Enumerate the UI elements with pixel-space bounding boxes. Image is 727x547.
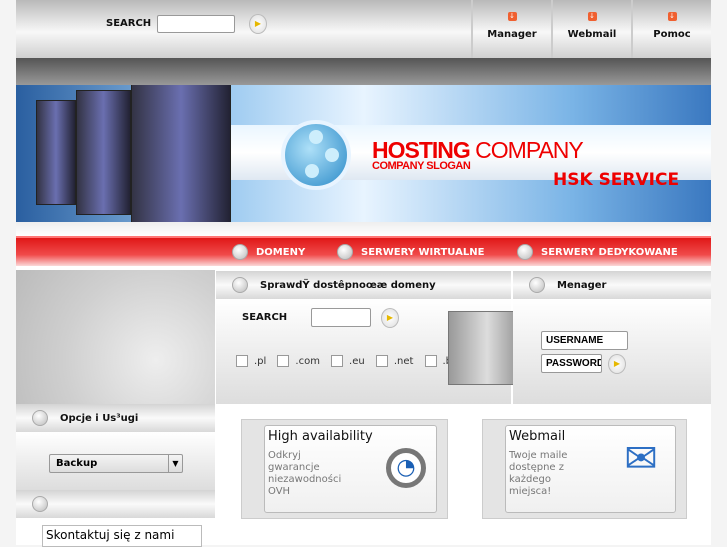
mail-globe-icon: ✉ [624, 436, 658, 482]
arrow-down-icon: ↓ [507, 12, 517, 21]
domain-search-label: SEARCH [242, 312, 288, 323]
username-input[interactable] [541, 331, 628, 350]
top-link-label: Webmail [567, 29, 617, 40]
domain-search-go-button[interactable]: ▶ [381, 308, 399, 328]
clock-icon: ◔ [386, 448, 426, 488]
tld-label: .com [295, 355, 320, 367]
card-high-availability[interactable]: High availability Odkryj gwarancje niezaw… [241, 419, 448, 519]
top-link-label: Pomoc [653, 29, 691, 40]
tld-label: .net [393, 355, 414, 367]
card-webmail[interactable]: Webmail Twoje maile dostępne z każdego mi… [482, 419, 687, 519]
tld-checkbox-net[interactable]: .net [375, 355, 414, 367]
search-input[interactable] [157, 15, 235, 33]
top-link-webmail[interactable]: ↓ Webmail [551, 0, 631, 58]
domain-search-input[interactable] [311, 308, 371, 327]
brand-rest: COMPANY [469, 137, 584, 163]
tld-checkbox-eu[interactable]: .eu [331, 355, 365, 367]
tld-checkbox-com[interactable]: .com [277, 355, 320, 367]
manager-header: Menager [513, 271, 711, 299]
services-select[interactable]: Backup ▼ [49, 454, 183, 473]
dark-band [16, 58, 711, 85]
top-link-pomoc[interactable]: ↓ Pomoc [631, 0, 711, 58]
main-nav: DOMENY SERWERY WIRTUALNE SERWERY DEDYKOW… [16, 236, 711, 266]
card-text: Odkryj gwarancje niezawodności OVH [268, 450, 342, 497]
search-go-button[interactable]: ▶ [249, 14, 267, 34]
select-value: Backup [56, 458, 98, 469]
password-input[interactable] [541, 354, 602, 373]
nav-label: SERWERY DEDYKOWANE [541, 246, 678, 258]
nav-label: SERWERY WIRTUALNE [361, 246, 485, 258]
bullet-icon [32, 410, 48, 426]
bullet-icon [529, 277, 545, 293]
domain-check-header: SprawdŸ dostêpnoœæ domeny [216, 271, 511, 299]
login-button[interactable]: ▶ [608, 354, 626, 374]
globe-image [16, 270, 215, 404]
card-text: Twoje maile dostępne z każdego miejsca! [509, 450, 568, 497]
top-bar: SEARCH ▶ ↓ Manager ↓ Webmail ↓ Pomoc [16, 0, 711, 58]
bullet-icon [337, 244, 353, 260]
tld-label: .pl [254, 355, 267, 367]
server-image [36, 100, 76, 205]
bullet-icon [232, 244, 248, 260]
tld-checkbox-pl[interactable]: .pl [236, 355, 266, 367]
nav-serwery-wirtualne[interactable]: SERWERY WIRTUALNE [337, 244, 484, 260]
tld-label: .eu [349, 355, 365, 367]
server-image [131, 85, 231, 222]
nav-serwery-dedykowane[interactable]: SERWERY DEDYKOWANE [517, 244, 678, 260]
company-slogan: COMPANY SLOGAN [372, 160, 471, 172]
panel-title: SprawdŸ dostêpnoœæ domeny [260, 279, 436, 291]
top-link-label: Manager [487, 29, 537, 40]
chevron-down-icon: ▼ [168, 455, 182, 472]
top-link-manager[interactable]: ↓ Manager [471, 0, 551, 58]
contact-header [16, 490, 215, 518]
options-header: Opcje i Us³ugi [16, 404, 215, 432]
contact-link[interactable]: Skontaktuj się z nami [42, 525, 202, 547]
nav-label: DOMENY [256, 246, 306, 258]
search-label: SEARCH [106, 18, 152, 29]
tld-options: .pl .com .eu .net .biz [236, 352, 466, 371]
page: SEARCH ▶ ↓ Manager ↓ Webmail ↓ Pomoc HOSTIN… [16, 0, 711, 547]
service-title: HSK SERVICE [553, 170, 680, 190]
server-image [76, 90, 131, 215]
header-banner: HOSTING COMPANY COMPANY SLOGAN HSK SERVI… [16, 85, 711, 222]
card-title: High availability [268, 429, 373, 444]
company-logo [281, 120, 351, 190]
nav-domeny[interactable]: DOMENY [232, 244, 305, 260]
panel-title: Menager [557, 279, 607, 291]
arrow-down-icon: ↓ [667, 12, 677, 21]
panel-title: Opcje i Us³ugi [60, 412, 139, 424]
arrow-down-icon: ↓ [587, 12, 597, 21]
manager-panel: ▶ [513, 299, 711, 404]
bullet-icon [232, 277, 248, 293]
divider [16, 222, 711, 236]
bullet-icon [32, 496, 48, 512]
bullet-icon [517, 244, 533, 260]
